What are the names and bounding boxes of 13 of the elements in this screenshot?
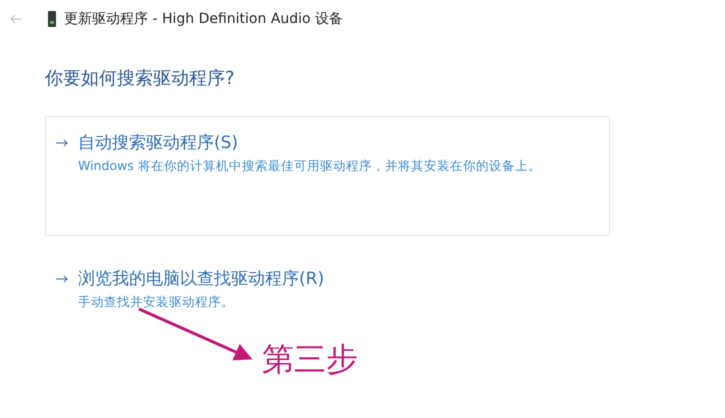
option-title: 自动搜索驱动程序(S) xyxy=(78,132,238,154)
window-title: 更新驱动程序 - High Definition Audio 设备 xyxy=(64,10,344,28)
arrow-icon xyxy=(56,138,68,146)
option-description: Windows 将在你的计算机中搜索最佳可用驱动程序，并将其安装在你的设备上。 xyxy=(77,158,542,175)
search-option[interactable]: 浏览我的电脑以查找驱动程序(R) 手动查找并安装驱动程序。 xyxy=(45,252,610,340)
search-option[interactable]: 自动搜索驱动程序(S) Windows 将在你的计算机中搜索最佳可用驱动程序，并将其安装在你的设备上。 xyxy=(45,116,610,236)
back-icon[interactable] xyxy=(10,14,22,24)
page-heading: 你要如何搜索驱动程序? xyxy=(45,67,236,90)
device-icon xyxy=(48,11,56,27)
option-description: 手动查找并安装驱动程序。 xyxy=(77,294,235,311)
option-title: 浏览我的电脑以查找驱动程序(R) xyxy=(78,268,324,290)
arrow-icon xyxy=(56,274,68,282)
step-label: 第三步 xyxy=(262,339,358,380)
